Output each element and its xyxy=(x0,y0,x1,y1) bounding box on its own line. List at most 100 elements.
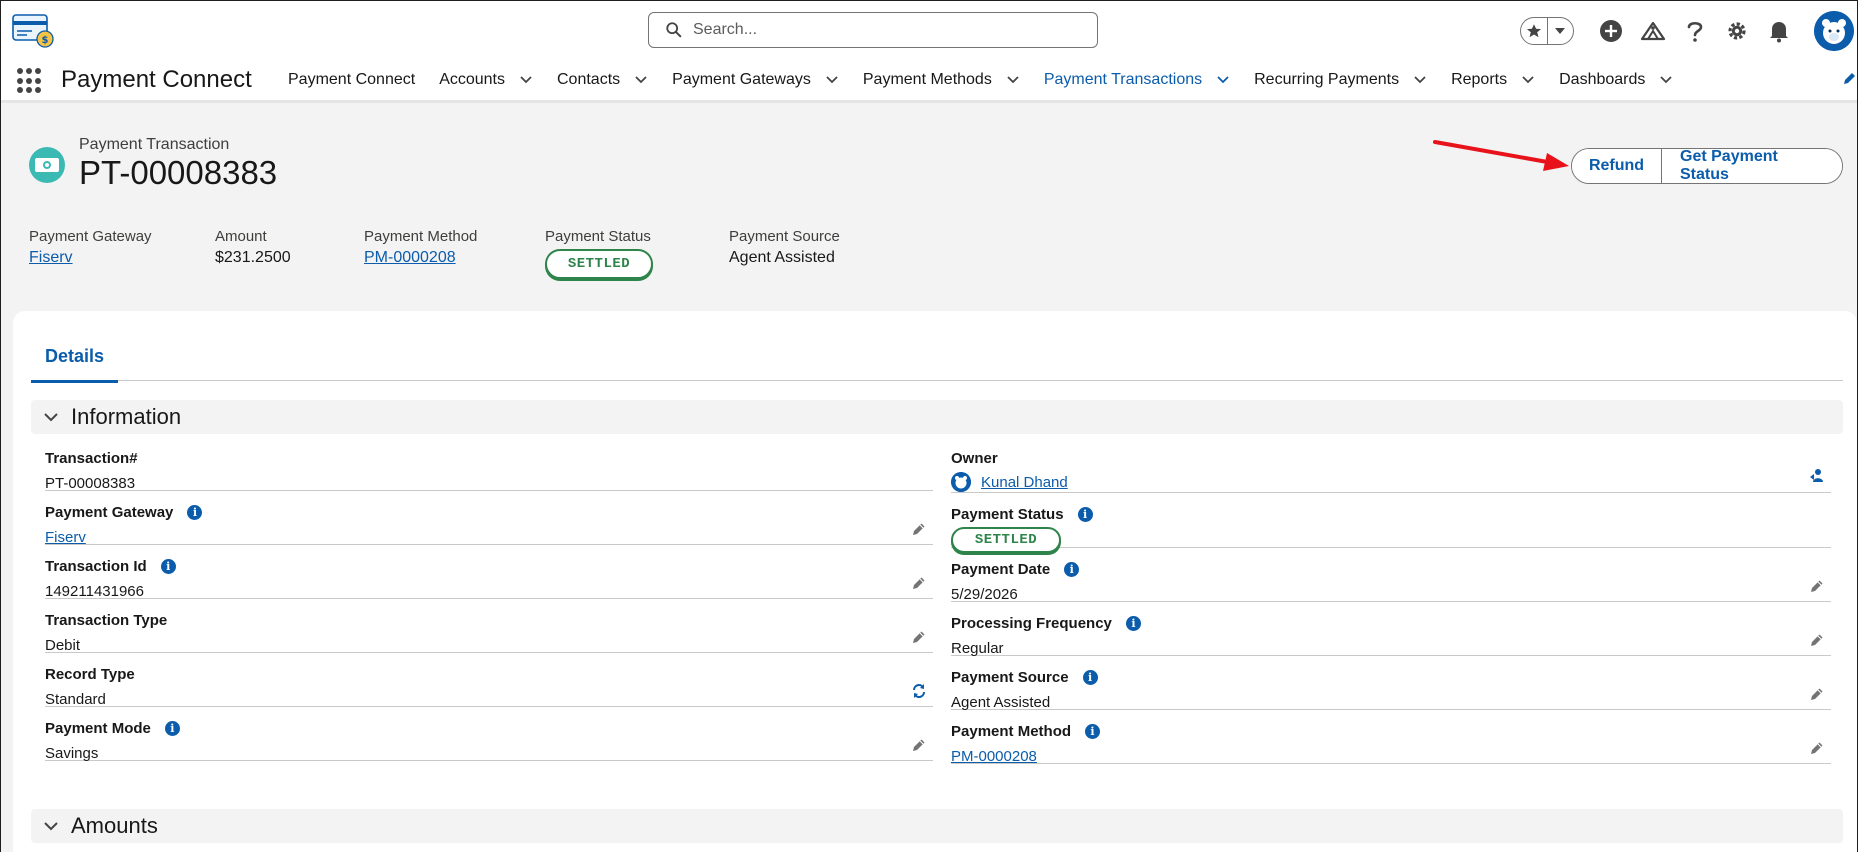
trailhead-icon[interactable] xyxy=(1640,18,1666,44)
highlight-payment-method: Payment Method PM-0000208 xyxy=(364,228,545,279)
chevron-down-icon[interactable] xyxy=(1006,73,1020,87)
field-value: 5/29/2026 xyxy=(951,585,1018,603)
highlight-amount-value: $231.2500 xyxy=(215,249,291,266)
annotation-arrow-icon xyxy=(1433,140,1569,171)
field-transaction-number: Transaction# PT-00008383 xyxy=(45,437,933,492)
app-launcher-icon[interactable] xyxy=(17,68,43,94)
highlight-payment-source: Payment Source Agent Assisted xyxy=(729,228,929,279)
chevron-down-icon[interactable] xyxy=(1659,73,1673,87)
pencil-edit-icon[interactable] xyxy=(1809,686,1825,702)
field-value: Debit xyxy=(45,636,81,654)
chevron-down-icon[interactable] xyxy=(1521,73,1535,87)
get-payment-status-button[interactable]: Get Payment Status xyxy=(1662,149,1842,183)
chevron-down-icon[interactable] xyxy=(43,409,59,425)
owner-link[interactable]: Kunal Dhand xyxy=(981,474,1068,491)
section-amounts-header[interactable]: Amounts xyxy=(31,809,1843,843)
app-name: Payment Connect xyxy=(61,66,252,93)
highlight-payment-gateway-link[interactable]: Fiserv xyxy=(29,249,215,267)
information-left-column: Transaction# PT-00008383 Payment Gateway… xyxy=(45,437,933,762)
favorites-star-icon[interactable] xyxy=(1521,18,1547,44)
pencil-edit-icon[interactable] xyxy=(911,521,927,537)
edit-nav-pencil-icon[interactable] xyxy=(1841,71,1857,87)
record-action-buttons: Refund Get Payment Status xyxy=(1571,148,1843,184)
nav-item-payment-transactions[interactable]: Payment Transactions xyxy=(1031,57,1243,106)
nav-item-accounts[interactable]: Accounts xyxy=(427,57,545,103)
favorites-dropdown-icon[interactable] xyxy=(1546,18,1574,44)
payment-connect-logo-icon[interactable]: $ xyxy=(12,13,56,49)
field-payment-source: Payment Source i Agent Assisted xyxy=(951,656,1831,711)
field-payment-gateway: Payment Gateway i Fiserv xyxy=(45,491,933,547)
field-value: Standard xyxy=(45,690,106,708)
field-payment-date: Payment Date i 5/29/2026 xyxy=(951,548,1831,603)
nav-item-payment-gateways[interactable]: Payment Gateways xyxy=(660,57,851,103)
nav-item-reports[interactable]: Reports xyxy=(1439,57,1547,103)
field-payment-method: Payment Method i PM-0000208 xyxy=(951,710,1831,766)
field-value-link[interactable]: PM-0000208 xyxy=(951,746,1831,766)
chevron-down-icon[interactable] xyxy=(1413,73,1427,87)
nav-item-dashboards[interactable]: Dashboards xyxy=(1547,57,1685,103)
change-owner-icon[interactable] xyxy=(1809,467,1825,483)
highlight-payment-gateway: Payment Gateway Fiserv xyxy=(29,228,215,279)
pencil-edit-icon[interactable] xyxy=(1809,740,1825,756)
global-header: $ xyxy=(1,1,1857,57)
setup-gear-icon[interactable] xyxy=(1724,18,1750,44)
highlights-panel: Payment Gateway Fiserv Amount $231.2500 … xyxy=(29,228,929,279)
info-icon[interactable]: i xyxy=(164,720,180,736)
info-icon[interactable]: i xyxy=(1085,723,1101,739)
field-record-type: Record Type Standard xyxy=(45,653,933,708)
section-title: Amounts xyxy=(71,813,158,838)
refund-button[interactable]: Refund xyxy=(1572,149,1662,183)
header-utility-icons xyxy=(1520,11,1857,51)
info-icon[interactable]: i xyxy=(160,558,176,574)
field-value: Savings xyxy=(45,744,99,762)
info-icon[interactable]: i xyxy=(1077,506,1093,522)
favorites-control xyxy=(1520,17,1574,45)
chevron-down-icon[interactable] xyxy=(634,73,648,87)
highlight-label: Payment Method xyxy=(364,228,478,245)
global-search[interactable] xyxy=(648,12,1098,48)
highlight-payment-method-link[interactable]: PM-0000208 xyxy=(364,249,545,267)
nav-item-payment-methods[interactable]: Payment Methods xyxy=(851,57,1032,103)
field-label: Payment Gateway i xyxy=(45,503,933,521)
notifications-bell-icon[interactable] xyxy=(1766,18,1792,44)
section-title: Information xyxy=(71,404,182,429)
highlight-payment-source-value: Agent Assisted xyxy=(729,249,835,266)
record-object-label: Payment Transaction xyxy=(79,136,230,153)
information-right-column: Owner Kunal Dhand Payment Status i SETTLE… xyxy=(951,437,1831,766)
pencil-edit-icon[interactable] xyxy=(1809,578,1825,594)
info-icon[interactable]: i xyxy=(1125,615,1141,631)
field-value: PT-00008383 xyxy=(45,474,136,492)
highlight-label: Amount xyxy=(215,228,267,245)
nav-item-contacts[interactable]: Contacts xyxy=(545,57,660,103)
pencil-edit-icon[interactable] xyxy=(911,575,927,591)
info-icon[interactable]: i xyxy=(1064,561,1080,577)
info-icon[interactable]: i xyxy=(1082,669,1098,685)
pencil-edit-icon[interactable] xyxy=(1809,632,1825,648)
field-value-link[interactable]: Fiserv xyxy=(45,527,933,547)
record-title: PT-00008383 xyxy=(79,154,278,191)
highlight-amount: Amount $231.2500 xyxy=(215,228,364,279)
chevron-down-icon[interactable] xyxy=(825,73,839,87)
help-icon[interactable] xyxy=(1682,18,1708,44)
add-icon[interactable] xyxy=(1598,18,1624,44)
search-input[interactable] xyxy=(693,21,1073,39)
section-information-header[interactable]: Information xyxy=(31,400,1843,434)
field-label: Payment Date i xyxy=(951,560,1831,578)
pencil-edit-icon[interactable] xyxy=(911,629,927,645)
field-label: Transaction Type xyxy=(45,611,168,629)
info-icon[interactable]: i xyxy=(187,504,203,520)
field-label: Transaction Id i xyxy=(45,557,933,575)
pencil-edit-icon[interactable] xyxy=(911,737,927,753)
nav-item-payment-connect[interactable]: Payment Connect xyxy=(276,57,427,103)
chevron-down-icon[interactable] xyxy=(1216,73,1230,87)
highlight-label: Payment Gateway xyxy=(29,228,152,245)
user-avatar[interactable] xyxy=(1814,11,1854,51)
tab-details[interactable]: Details xyxy=(31,331,119,383)
field-processing-frequency: Processing Frequency i Regular xyxy=(951,602,1831,657)
chevron-down-icon[interactable] xyxy=(519,73,533,87)
highlight-label: Payment Source xyxy=(729,228,840,245)
field-label: Processing Frequency i xyxy=(951,614,1831,632)
nav-item-recurring-payments[interactable]: Recurring Payments xyxy=(1242,57,1439,103)
chevron-down-icon[interactable] xyxy=(43,818,59,834)
change-record-type-icon[interactable] xyxy=(911,683,927,699)
